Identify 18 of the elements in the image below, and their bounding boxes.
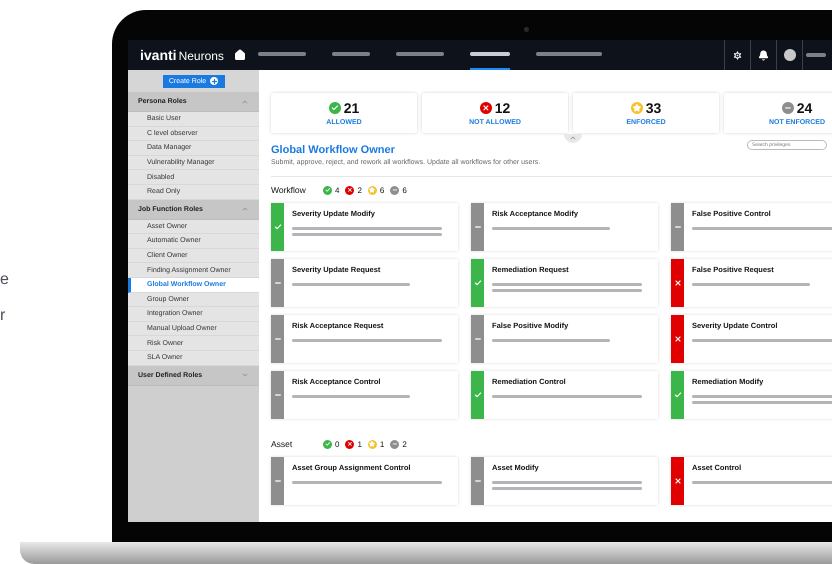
role-title: Global Workflow Owner: [271, 144, 395, 156]
section-title: Asset: [271, 439, 294, 449]
logo: ivanti Neurons: [140, 47, 225, 63]
status-count: 2: [390, 440, 407, 448]
status-count: 0: [323, 440, 340, 448]
status-count: 4: [323, 186, 340, 194]
section-title: Workflow: [271, 185, 307, 195]
status-count: 6: [368, 186, 384, 194]
background-text: e: [0, 270, 10, 290]
status-count: 1: [368, 440, 384, 448]
stat-count: 33: [646, 100, 662, 116]
stat-count: 24: [796, 100, 812, 116]
status-count: 2: [345, 186, 362, 194]
stat-count: 12: [494, 100, 510, 116]
status-count: 1: [345, 440, 362, 448]
stat-count: 21: [344, 100, 360, 116]
background-text: r: [0, 306, 6, 326]
status-count: 6: [390, 186, 407, 194]
